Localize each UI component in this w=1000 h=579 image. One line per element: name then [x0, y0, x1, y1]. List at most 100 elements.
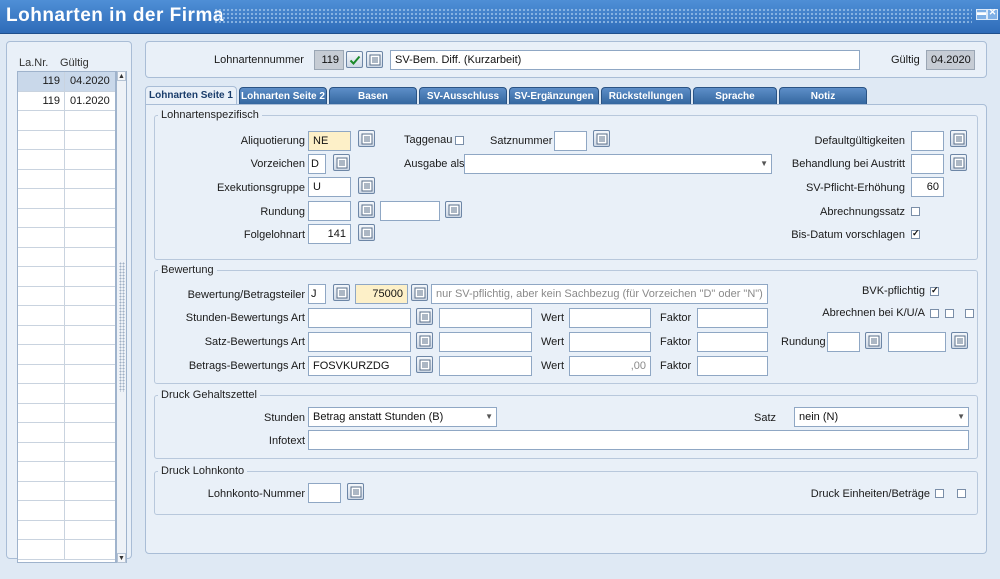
- aliquotierung-lookup-button[interactable]: [358, 130, 375, 147]
- rundung-desc-lookup-button[interactable]: [445, 201, 462, 218]
- list-item[interactable]: [18, 247, 115, 267]
- tab-2[interactable]: Lohnarten Seite 2: [239, 87, 327, 104]
- confirm-button[interactable]: [346, 51, 363, 68]
- list-item[interactable]: [18, 267, 115, 287]
- gueltig-field[interactable]: 04.2020: [926, 50, 975, 70]
- list-item[interactable]: [18, 189, 115, 209]
- bewertung-rundung-desc-lookup-button[interactable]: [951, 332, 968, 349]
- vorzeichen-field[interactable]: D: [308, 154, 326, 174]
- exekutionsgruppe-lookup-button[interactable]: [358, 177, 375, 194]
- tab-6[interactable]: Rückstellungen: [601, 87, 691, 104]
- list-item[interactable]: [18, 208, 115, 228]
- sv-pflicht-erhoehung-field[interactable]: 60: [911, 177, 944, 197]
- satz-faktor-field[interactable]: [697, 332, 768, 352]
- list-item[interactable]: [18, 345, 115, 365]
- list-item[interactable]: [18, 501, 115, 521]
- list-item[interactable]: 119 04.2020: [18, 72, 115, 92]
- betragsteiler-code-field[interactable]: J: [308, 284, 326, 304]
- tab-4[interactable]: SV-Ausschluss: [419, 87, 507, 104]
- list-item[interactable]: [18, 462, 115, 482]
- list-item[interactable]: [18, 169, 115, 189]
- list-item[interactable]: [18, 540, 115, 560]
- bewertung-rundung-lookup-button[interactable]: [865, 332, 882, 349]
- tab-8[interactable]: Notiz: [779, 87, 867, 104]
- bewertung-rundung-desc-field[interactable]: [888, 332, 946, 352]
- betrags-bewertung-field[interactable]: FOSVKURZDG: [308, 356, 411, 376]
- rundung-lookup-button[interactable]: [358, 201, 375, 218]
- folgelohnart-lookup-button[interactable]: [358, 224, 375, 241]
- tab-3[interactable]: Basen: [329, 87, 417, 104]
- scroll-down-icon[interactable]: ▼: [117, 553, 126, 563]
- stunden-wert-field[interactable]: [569, 308, 651, 328]
- druck-satz-select[interactable]: nein (N) ▼: [794, 407, 969, 427]
- abrechnen-k-checkbox[interactable]: [930, 309, 939, 318]
- defaultgueltigkeiten-field[interactable]: [911, 131, 944, 151]
- lookup-button[interactable]: [366, 51, 383, 68]
- betragsteiler-desc-field[interactable]: nur SV-pflichtig, aber kein Sachbezug (f…: [431, 284, 768, 304]
- druck-stunden-select[interactable]: Betrag anstatt Stunden (B) ▼: [308, 407, 497, 427]
- minimize-button[interactable]: ▬: [976, 7, 987, 20]
- exekutionsgruppe-field[interactable]: U: [308, 177, 351, 197]
- scroll-grip[interactable]: [119, 262, 125, 392]
- list-item[interactable]: [18, 111, 115, 131]
- betragsteiler-value-lookup-button[interactable]: [411, 284, 428, 301]
- druck-einheiten-checkbox[interactable]: [935, 489, 944, 498]
- abrechnungssatz-checkbox[interactable]: [911, 207, 920, 216]
- close-button[interactable]: ✕: [987, 7, 998, 20]
- vorzeichen-lookup-button[interactable]: [333, 154, 350, 171]
- lohnartennummer-field[interactable]: 119: [314, 50, 344, 70]
- stunden-faktor-field[interactable]: [697, 308, 768, 328]
- betrags-faktor-field[interactable]: [697, 356, 768, 376]
- list-item[interactable]: [18, 442, 115, 462]
- aliquotierung-field[interactable]: NE: [308, 131, 351, 151]
- betrags-bewertung-lookup-button[interactable]: [416, 356, 433, 373]
- list-item[interactable]: [18, 286, 115, 306]
- tab-7[interactable]: Sprache: [693, 87, 777, 104]
- satz-bewertung-field[interactable]: [308, 332, 411, 352]
- infotext-field[interactable]: [308, 430, 969, 450]
- lohnkonto-nummer-lookup-button[interactable]: [347, 483, 364, 500]
- list-item[interactable]: [18, 403, 115, 423]
- list-item[interactable]: [18, 325, 115, 345]
- betrags-wert-field[interactable]: ,00: [569, 356, 651, 376]
- bewertung-rundung-field[interactable]: [827, 332, 860, 352]
- list-item[interactable]: [18, 481, 115, 501]
- behandlung-austritt-lookup-button[interactable]: [950, 154, 967, 171]
- lohnkonto-nummer-field[interactable]: [308, 483, 341, 503]
- satz-bewertung-desc-field[interactable]: [439, 332, 532, 352]
- satz-wert-field[interactable]: [569, 332, 651, 352]
- list-item[interactable]: [18, 306, 115, 326]
- list-item[interactable]: [18, 228, 115, 248]
- list-item[interactable]: 119 01.2020: [18, 91, 115, 111]
- druck-betraege-checkbox[interactable]: [957, 489, 966, 498]
- rundung-field[interactable]: [308, 201, 351, 221]
- scroll-up-icon[interactable]: ▲: [117, 71, 126, 81]
- rundung-desc-field[interactable]: [380, 201, 440, 221]
- list-item[interactable]: [18, 520, 115, 540]
- tab-5[interactable]: SV-Ergänzungen: [509, 87, 599, 104]
- betrags-bewertung-desc-field[interactable]: [439, 356, 532, 376]
- taggenau-checkbox[interactable]: [455, 136, 464, 145]
- behandlung-austritt-field[interactable]: [911, 154, 944, 174]
- satznummer-field[interactable]: [554, 131, 587, 151]
- stunden-bewertung-field[interactable]: [308, 308, 411, 328]
- list-scrollbar[interactable]: ▲ ▼: [116, 71, 127, 563]
- bezeichnung-field[interactable]: SV-Bem. Diff. (Kurzarbeit): [390, 50, 860, 70]
- list-item[interactable]: [18, 423, 115, 443]
- defaultgueltigkeiten-lookup-button[interactable]: [950, 130, 967, 147]
- folgelohnart-field[interactable]: 141: [308, 224, 351, 244]
- stunden-bewertung-lookup-button[interactable]: [416, 308, 433, 325]
- abrechnen-a-checkbox[interactable]: [965, 309, 974, 318]
- tab-1[interactable]: Lohnarten Seite 1: [145, 86, 237, 105]
- bis-datum-checkbox[interactable]: [911, 228, 920, 239]
- list-item[interactable]: [18, 364, 115, 384]
- satznummer-lookup-button[interactable]: [593, 130, 610, 147]
- satz-bewertung-lookup-button[interactable]: [416, 332, 433, 349]
- list-item[interactable]: [18, 384, 115, 404]
- abrechnen-u-checkbox[interactable]: [945, 309, 954, 318]
- list-item[interactable]: [18, 150, 115, 170]
- stunden-bewertung-desc-field[interactable]: [439, 308, 532, 328]
- ausgabe-als-select[interactable]: ▼: [464, 154, 772, 174]
- list-item[interactable]: [18, 130, 115, 150]
- betragsteiler-code-lookup-button[interactable]: [333, 284, 350, 301]
